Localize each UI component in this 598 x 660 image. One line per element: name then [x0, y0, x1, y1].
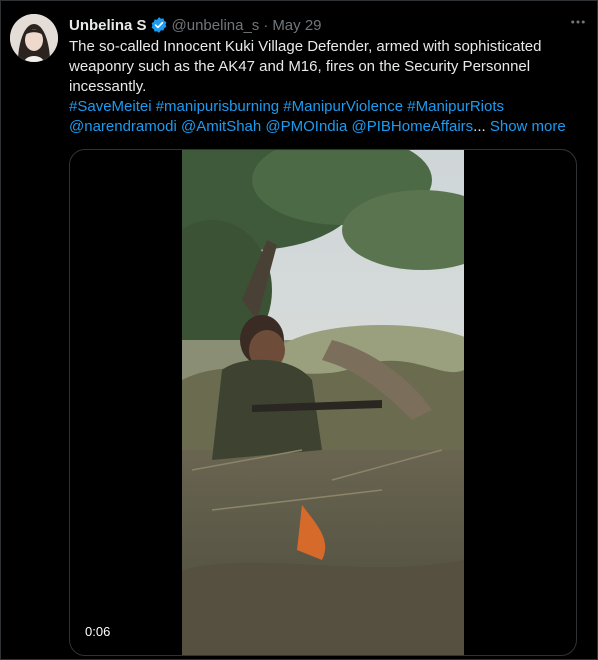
mention-link[interactable]: @AmitShah — [181, 118, 261, 135]
tweet-date[interactable]: May 29 — [272, 17, 321, 34]
tweet-body: The so-called Innocent Kuki Village Defe… — [69, 37, 581, 137]
hashtag-link[interactable]: #ManipurRiots — [407, 98, 504, 115]
hashtag-link[interactable]: #manipurisburning — [156, 98, 279, 115]
show-more-link[interactable]: Show more — [490, 118, 566, 135]
ellipsis: ... — [473, 118, 486, 135]
more-horizontal-icon — [571, 20, 585, 24]
tweet-card[interactable]: Unbelina S @unbelina_s · May 29 The so-c… — [0, 0, 598, 660]
mentions-line: @narendramodi @AmitShah @PMOIndia @PIBHo… — [69, 117, 581, 137]
hashtag-link[interactable]: #SaveMeitei — [69, 98, 152, 115]
video-player[interactable]: 0:06 — [69, 149, 577, 656]
mention-link[interactable]: @PIBHomeAffairs — [352, 118, 474, 135]
more-options-button[interactable] — [569, 13, 587, 36]
video-thumbnail — [182, 150, 464, 655]
avatar-image — [10, 14, 58, 62]
tweet-header: Unbelina S @unbelina_s · May 29 — [69, 15, 583, 35]
author-avatar[interactable] — [10, 14, 58, 62]
video-duration: 0:06 — [79, 622, 117, 641]
mention-link[interactable]: @PMOIndia — [265, 118, 347, 135]
hashtags-line: #SaveMeitei #manipurisburning #ManipurVi… — [69, 97, 581, 117]
mention-link[interactable]: @narendramodi — [69, 118, 177, 135]
author-name[interactable]: Unbelina S — [69, 17, 147, 34]
video-frame[interactable] — [182, 150, 464, 655]
tweet-text: The so-called Innocent Kuki Village Defe… — [69, 38, 542, 95]
hashtag-link[interactable]: #ManipurViolence — [283, 98, 403, 115]
verified-badge-icon — [150, 16, 168, 34]
separator-dot: · — [263, 16, 269, 34]
author-handle[interactable]: @unbelina_s — [172, 17, 260, 34]
